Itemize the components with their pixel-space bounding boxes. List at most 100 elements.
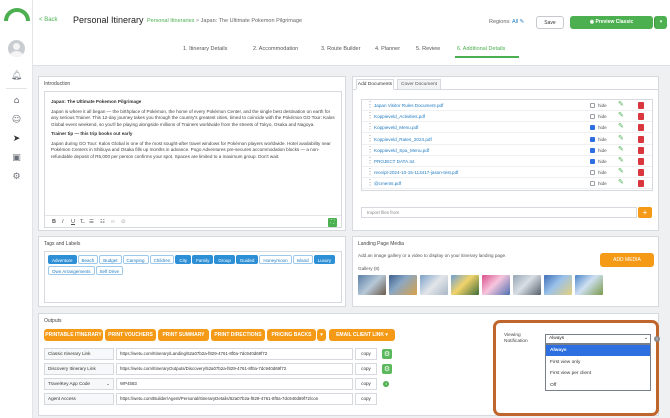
viewing-option[interactable]: Off [546,380,650,391]
trash-icon[interactable] [638,146,644,154]
tag-chip[interactable]: Family [192,255,214,264]
output-link-value[interactable]: https://wetu.com/ItineraryOutputs/Discov… [116,363,353,375]
underline-icon[interactable]: U [71,219,75,225]
trash-icon[interactable] [638,180,644,188]
bold-icon[interactable]: B [52,219,56,225]
drag-handle-icon[interactable]: ⋮ [366,101,374,109]
document-name[interactable]: Koppieveld_Spa_Menu.pdf [374,148,429,153]
gallery-thumbnail[interactable] [451,275,479,295]
preview-classic-button[interactable]: ◉ Preview Classic [570,16,653,29]
add-file-button[interactable]: + [638,207,652,218]
settings-icon[interactable]: ⚙ [382,364,392,374]
document-name[interactable]: Koppieveld_Menu.pdf [374,125,418,130]
hide-checkbox[interactable] [590,181,595,187]
output-link-value[interactable]: WP4583 [116,378,353,390]
info-icon[interactable]: i [383,381,389,387]
bell-icon[interactable]: 🔔︎ [10,70,23,83]
tag-chip[interactable]: Beach [77,255,99,264]
tag-chip[interactable]: Group [214,255,235,264]
info-icon[interactable]: i [654,336,660,342]
save-button[interactable]: Save [536,16,564,29]
settings-icon[interactable]: ⚙ [382,349,392,359]
intro-editor[interactable]: Japan: The Ultimate Pokemon Pilgrimage J… [44,91,342,228]
viewing-notification-select[interactable]: Always ⌄ [545,334,651,344]
hide-checkbox[interactable] [590,147,595,153]
trash-icon[interactable] [638,158,644,165]
tag-chip[interactable]: Children [149,255,175,264]
add-media-button[interactable]: ADD MEDIA [600,253,654,267]
edit-icon[interactable]: ✎ [618,123,624,131]
copy-button[interactable]: copy [355,348,377,360]
bullet-list-icon[interactable]: ☰ [89,219,94,225]
gallery-thumbnail[interactable] [482,275,510,295]
pricing-backs-dropdown[interactable]: ▾ [317,329,326,341]
hide-checkbox[interactable] [590,170,595,176]
tab-review[interactable]: 5. Review [416,46,440,52]
drag-handle-icon[interactable]: ⋮ [366,179,374,187]
tag-chip[interactable]: Island [292,255,313,264]
send-icon[interactable]: ➤ [10,133,23,146]
pricing-backs-button[interactable]: PRICING BACKS [267,329,316,341]
email-client-link-button[interactable]: EMAIL CLIENT LINK ▾ [329,329,395,341]
preview-dropdown-toggle[interactable]: ▾ [654,16,667,29]
print-directions-button[interactable]: PRINT DIRECTIONS [211,329,265,341]
tab-accommodation[interactable]: 2. Accommodation [253,46,298,52]
tab-cover-document[interactable]: Cover Document [397,79,441,90]
output-link-value[interactable]: https://wetu.com/Itinerary/Landing/52a07… [116,348,353,360]
hide-checkbox[interactable] [590,114,595,120]
gallery-thumbnail[interactable] [513,275,541,295]
copy-button[interactable]: copy [355,393,377,405]
print-vouchers-button[interactable]: PRINT VOUCHERS [105,329,156,341]
tab-add-documents[interactable]: Add Documents [356,79,394,90]
gallery-thumbnail[interactable] [544,275,572,295]
back-link[interactable]: < Back [39,17,58,23]
regions-value[interactable]: All [512,19,518,25]
print-summary-button[interactable]: PRINT SUMMARY [158,329,209,341]
tab-planner[interactable]: 4. Planner [375,46,400,52]
edit-icon[interactable]: ✎ [618,112,624,120]
tag-chip[interactable]: City [175,255,192,264]
gallery-thumbnail[interactable] [358,275,386,295]
fullscreen-icon[interactable]: ⛶ [328,218,337,227]
tag-chip[interactable]: Budget [99,255,122,264]
tag-chip[interactable]: Adventure [48,255,77,264]
copy-button[interactable]: copy [355,378,377,390]
strikethrough-icon[interactable]: T̶ [80,219,83,225]
regions-filter[interactable]: Regions: All ✎ [489,19,524,25]
hide-checkbox[interactable] [590,136,595,142]
numbered-list-icon[interactable]: ☷ [100,219,105,225]
import-files-field[interactable]: Import files from [361,207,637,218]
gallery-thumbnail[interactable] [389,275,417,295]
edit-icon[interactable]: ✎ [618,101,624,109]
edit-icon[interactable]: ✎ [618,157,624,165]
tag-chip[interactable]: Camping [122,255,149,264]
italic-icon[interactable]: I [62,219,64,225]
tab-route-builder[interactable]: 3. Route Builder [321,46,360,52]
tag-chip[interactable]: Own Arrangements [48,266,95,275]
hide-checkbox[interactable] [590,125,595,131]
tab-itinerary-details[interactable]: 1. Itinerary Details [183,46,227,52]
edit-icon[interactable]: ✎ [618,146,624,154]
document-name[interactable]: PROJECT DATA.txt [374,159,414,164]
drag-handle-icon[interactable]: ⋮ [366,145,374,154]
trash-icon[interactable] [638,113,644,121]
drag-handle-icon[interactable]: ⋮ [366,123,374,131]
trash-icon[interactable] [638,124,644,132]
trash-icon[interactable] [638,169,644,177]
drag-handle-icon[interactable]: ⋮ [366,112,374,120]
copy-button[interactable]: copy [355,363,377,375]
viewing-option[interactable]: Always [546,345,650,356]
tab-additional-details[interactable]: 6. Additional Details [457,46,505,52]
link-icon[interactable]: ∞ [111,219,115,225]
output-link-value[interactable]: https://wetu.com/Builder/Agent/Personal/… [116,393,353,405]
drag-handle-icon[interactable]: ⋮ [366,157,374,165]
document-name[interactable]: Japan Visitor Rules Document.pdf [374,103,443,108]
trash-icon[interactable] [638,102,644,109]
document-name[interactable]: Koppieveld_Activities.pdf [374,114,425,119]
drag-handle-icon[interactable]: ⋮ [366,168,374,176]
settings-icon[interactable]: ⚙ [10,171,23,184]
avatar[interactable] [8,40,25,57]
document-name[interactable]: Koppieveld_Rates_2024.pdf [374,137,432,142]
home-icon[interactable]: ⌂ [10,95,23,108]
edit-icon[interactable]: ✎ [520,19,525,25]
